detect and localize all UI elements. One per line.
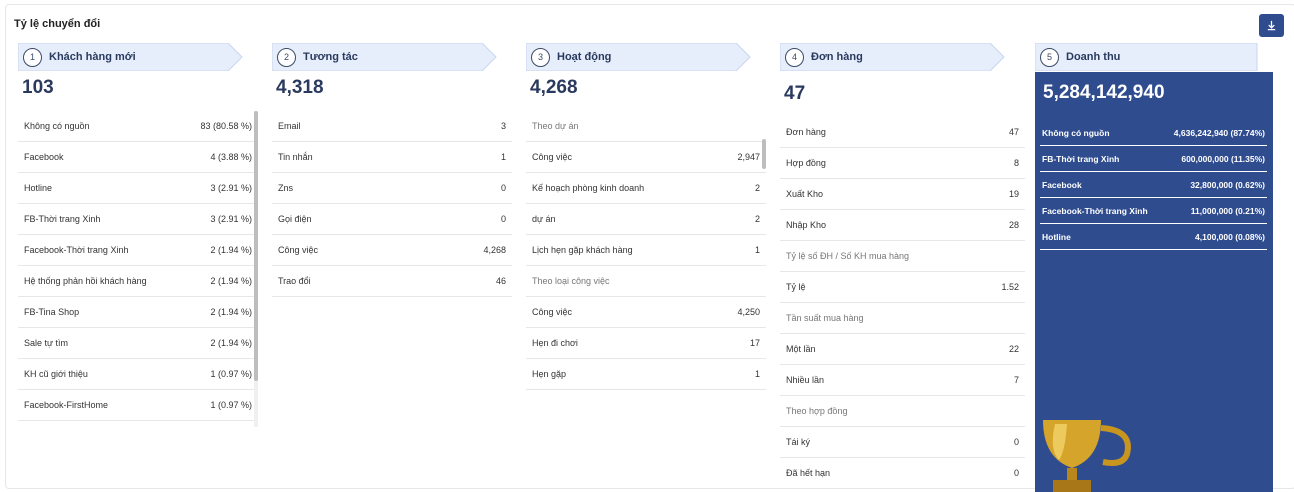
revenue-panel: 5,284,142,940 Không có nguồn 4,636,242,94… (1035, 72, 1273, 492)
revenue-list: Không có nguồn 4,636,242,940 (87.74%) FB-… (1040, 120, 1267, 250)
list-item: Nhiều lần 7 (780, 365, 1025, 396)
list-item: Hotline 3 (2.91 %) (18, 173, 258, 204)
step-number: 3 (531, 47, 550, 67)
list-item: Nhập Kho 28 (780, 210, 1025, 241)
list-item: Trao đổi 46 (272, 266, 512, 297)
step-label: Doanh thu (1066, 51, 1121, 63)
step-new-customers: 1 Khách hàng mới 103 Không có nguồn 83 (8… (18, 43, 258, 427)
list-item: Hotline 4,100,000 (0.08%) (1040, 224, 1267, 250)
step-header[interactable]: 2 Tương tác (272, 43, 497, 71)
scrollbar-thumb[interactable] (254, 111, 258, 381)
step-header[interactable]: 5 Doanh thu (1035, 43, 1258, 71)
orders-list: Đơn hàng 47 Hợp đồng 8 Xuất Kho 19 Nhập Kho… (780, 117, 1025, 489)
download-icon (1267, 20, 1276, 31)
list-item: Đã hết hạn 0 (780, 458, 1025, 489)
interaction-list: Email 3 Tin nhắn 1 Zns 0 Gọi điện 0 Công việ… (272, 111, 512, 297)
card-title: Tỷ lệ chuyển đổi (14, 18, 101, 30)
step-label: Hoạt động (557, 51, 612, 63)
scrollbar-thumb[interactable] (762, 139, 766, 169)
list-item: Zns 0 (272, 173, 512, 204)
step-revenue: 5 Doanh thu (1035, 43, 1258, 71)
list-item: Facebook 32,800,000 (0.62%) (1040, 172, 1267, 198)
list-item: Một lần 22 (780, 334, 1025, 365)
step-total: 103 (22, 77, 54, 98)
list-item: Facebook 4 (3.88 %) (18, 142, 258, 173)
trophy-icon (1043, 420, 1131, 492)
step-label: Đơn hàng (811, 51, 863, 63)
list-item: Công việc 4,250 (526, 297, 766, 328)
step-activity: 3 Hoạt động 4,268 Theo dự án Công việc 2,… (526, 43, 766, 390)
step-total: 4,318 (276, 77, 324, 98)
list-item: Hẹn đi chơi 17 (526, 328, 766, 359)
list-item: Gọi điện 0 (272, 204, 512, 235)
list-item: Hẹn gặp 1 (526, 359, 766, 390)
list-item: FB-Thời trang Xinh 600,000,000 (11.35%) (1040, 146, 1267, 172)
step-total: 4,268 (530, 77, 578, 98)
list-item: Email 3 (272, 111, 512, 142)
activity-list: Theo dự án Công việc 2,947 Kế hoạch phòng… (526, 111, 766, 390)
list-item: Công việc 4,268 (272, 235, 512, 266)
step-label: Khách hàng mới (49, 51, 136, 63)
step-number: 1 (23, 47, 42, 67)
step-total: 5,284,142,940 (1043, 82, 1165, 103)
step-number: 4 (785, 47, 804, 67)
step-header[interactable]: 1 Khách hàng mới (18, 43, 243, 71)
step-header[interactable]: 4 Đơn hàng (780, 43, 1005, 71)
section-heading: Theo dự án (526, 111, 766, 142)
list-item: Không có nguồn 83 (80.58 %) (18, 111, 258, 142)
list-item: Xuất Kho 19 (780, 179, 1025, 210)
step-total: 47 (784, 83, 806, 104)
step-orders: 4 Đơn hàng 47 Đơn hàng 47 Hợp đồng 8 Xuất … (780, 43, 1025, 489)
list-item: Tái ký 0 (780, 427, 1025, 458)
list-item: Kế hoạch phòng kinh doanh 2 (526, 173, 766, 204)
section-heading: Theo hợp đồng (780, 396, 1025, 427)
step-number: 5 (1040, 47, 1059, 67)
step-label: Tương tác (303, 51, 358, 63)
list-item: Hệ thống phản hồi khách hàng 2 (1.94 %) (18, 266, 258, 297)
list-item: dự án 2 (526, 204, 766, 235)
section-heading: Tỷ lệ số ĐH / Số KH mua hàng (780, 241, 1025, 272)
section-heading: Tần suất mua hàng (780, 303, 1025, 334)
list-item: Đơn hàng 47 (780, 117, 1025, 148)
list-item: FB-Thời trang Xinh 3 (2.91 %) (18, 204, 258, 235)
list-item: Sale tự tìm 2 (1.94 %) (18, 328, 258, 359)
list-item: Facebook-Thời trang Xinh 2 (1.94 %) (18, 235, 258, 266)
step-header[interactable]: 3 Hoạt động (526, 43, 751, 71)
step-number: 2 (277, 47, 296, 67)
list-item: Facebook-Thời trang Xinh 11,000,000 (0.21… (1040, 198, 1267, 224)
list-item: KH cũ giới thiệu 1 (0.97 %) (18, 359, 258, 390)
list-item: Lịch hẹn gặp khách hàng 1 (526, 235, 766, 266)
download-button[interactable] (1259, 14, 1284, 37)
list-item: Hợp đồng 8 (780, 148, 1025, 179)
section-heading: Theo loại công việc (526, 266, 766, 297)
list-item: Công việc 2,947 (526, 142, 766, 173)
step-interaction: 2 Tương tác 4,318 Email 3 Tin nhắn 1 Zns 0 … (272, 43, 512, 297)
list-item: FB-Tina Shop 2 (1.94 %) (18, 297, 258, 328)
list-item: Không có nguồn 4,636,242,940 (87.74%) (1040, 120, 1267, 146)
list-item: Facebook-FirstHome 1 (0.97 %) (18, 390, 258, 421)
source-list: Không có nguồn 83 (80.58 %) Facebook 4 (3.… (18, 111, 258, 427)
list-item: Tin nhắn 1 (272, 142, 512, 173)
list-item: Tỷ lệ 1.52 (780, 272, 1025, 303)
